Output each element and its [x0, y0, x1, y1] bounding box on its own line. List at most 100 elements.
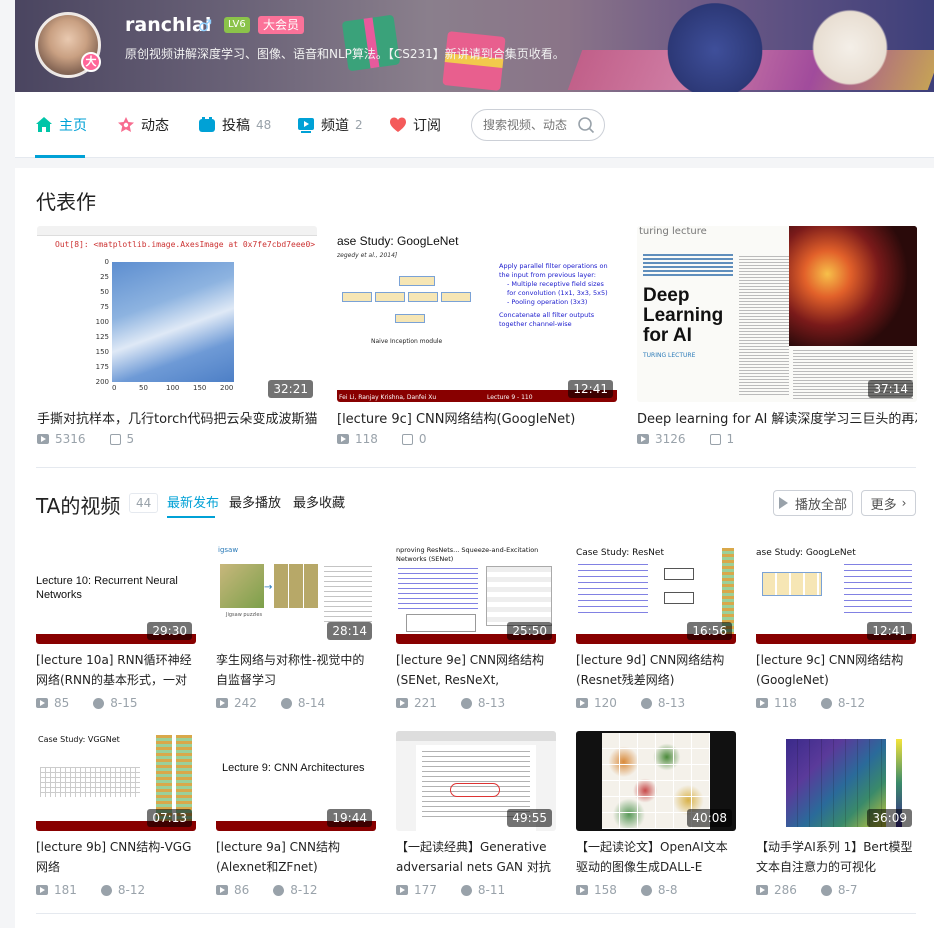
- video-title[interactable]: 孪生网络与对称性-视觉中的自监督学习: [216, 650, 376, 690]
- vip-badge[interactable]: 大会员: [258, 16, 305, 34]
- upload-icon: [198, 116, 216, 134]
- video-title[interactable]: [lecture 9c] CNN网络结构(GoogleNet): [756, 650, 916, 690]
- y-tick-label: 50: [100, 288, 109, 296]
- y-tick-label: 100: [95, 318, 109, 326]
- featured-video-card[interactable]: ase Study: GoogLeNet zegedy et al., 2014…: [337, 226, 617, 446]
- video-thumbnail[interactable]: Lecture 10: Recurrent Neural Networks 29…: [36, 544, 196, 644]
- play-count: 3126: [655, 432, 686, 446]
- banner-gift-decoration: [341, 14, 401, 72]
- play-all-button[interactable]: 播放全部: [773, 490, 853, 516]
- tab-uploads[interactable]: 投稿 48: [198, 92, 271, 158]
- video-title[interactable]: 【一起读论文】OpenAI文本驱动的图像生成DALL-E: [576, 837, 736, 877]
- section-divider: [36, 913, 916, 914]
- video-card[interactable]: Lecture 10: Recurrent Neural Networks 29…: [36, 544, 196, 710]
- video-meta: 85 8-15: [36, 696, 196, 710]
- video-title[interactable]: Deep learning for AI 解读深度学习三巨头的再次合作: [637, 408, 917, 428]
- y-tick-label: 125: [95, 333, 109, 341]
- video-card[interactable]: Case Study: ResNet 16:56 [lecture 9d] CN…: [576, 544, 736, 710]
- video-title[interactable]: [lecture 9a] CNN结构(Alexnet和ZFnet): [216, 837, 376, 877]
- featured-section-title: 代表作: [36, 190, 96, 214]
- clock-icon: [820, 697, 832, 709]
- video-title[interactable]: [lecture 10a] RNN循环神经网络(RNN的基本形式，一对: [36, 650, 196, 690]
- comment-count-icon: [109, 433, 121, 445]
- video-card[interactable]: 36:09 【动手学AI系列 1】Bert模型文本自注意力的可视化 286 8-…: [756, 731, 916, 897]
- video-card[interactable]: Case Study: VGGNet 07:13 [lecture 9b] CN…: [36, 731, 196, 897]
- video-card[interactable]: igsaw → Jigsaw puzzles 28:14 孪生网络与对称性-视觉…: [216, 544, 376, 710]
- video-duration: 07:13: [147, 809, 192, 827]
- video-title[interactable]: [lecture 9c] CNN网络结构(GoogleNet): [337, 408, 617, 428]
- y-tick-label: 25: [100, 273, 109, 281]
- video-thumbnail[interactable]: nproving ResNets... Squeeze-and-Excitati…: [396, 544, 556, 644]
- video-card[interactable]: 40:08 【一起读论文】OpenAI文本驱动的图像生成DALL-E 158 8…: [576, 731, 736, 897]
- video-meta: 118 0: [337, 432, 617, 446]
- video-title[interactable]: 【一起读经典】Generative adversarial nets GAN 对…: [396, 837, 556, 877]
- video-card[interactable]: Lecture 9: CNN Architectures 19:44 [lect…: [216, 731, 376, 897]
- video-thumbnail[interactable]: igsaw → Jigsaw puzzles 28:14: [216, 544, 376, 644]
- tab-subscriptions[interactable]: 订阅: [389, 92, 441, 158]
- ta-videos-title: TA的视频: [36, 494, 121, 518]
- neural-art-image: [789, 226, 917, 346]
- space-nav: 主页 动态 投稿 48 频道 2 订阅: [15, 92, 934, 158]
- banner-character-art: [655, 0, 775, 92]
- video-thumbnail[interactable]: Lecture 9: CNN Architectures 19:44: [216, 731, 376, 831]
- y-tick-label: 150: [95, 348, 109, 356]
- video-thumbnail[interactable]: Out[8]: <matplotlib.image.AxesImage at 0…: [37, 226, 317, 402]
- play-count: 86: [234, 883, 250, 897]
- video-thumbnail[interactable]: 40:08: [576, 731, 736, 831]
- play-count: 221: [414, 696, 437, 710]
- video-thumbnail[interactable]: 49:55: [396, 731, 556, 831]
- play-count: 120: [594, 696, 617, 710]
- clock-icon: [100, 884, 112, 896]
- ta-videos-count: 44: [129, 493, 159, 513]
- tab-latest[interactable]: 最新发布: [167, 492, 219, 511]
- y-tick-labels: 0 25 50 75 100 125 150 175 200: [85, 258, 109, 388]
- tab-dynamic[interactable]: 动态: [117, 92, 169, 158]
- x-tick-label: 50: [139, 384, 148, 392]
- tab-most-played[interactable]: 最多播放: [229, 492, 281, 511]
- comment-count-icon: [709, 433, 721, 445]
- publish-date: 8-13: [477, 696, 506, 710]
- featured-video-card[interactable]: Out[8]: <matplotlib.image.AxesImage at 0…: [37, 226, 317, 446]
- video-duration: 32:21: [268, 380, 313, 398]
- slide-bullets: Apply parallel filter operations on the …: [499, 262, 608, 328]
- clock-icon: [640, 884, 652, 896]
- video-title[interactable]: 手撕对抗样本，几行torch代码把云朵变成波斯猫(对: [37, 408, 317, 428]
- video-card[interactable]: 49:55 【一起读经典】Generative adversarial nets…: [396, 731, 556, 897]
- tab-channel[interactable]: 频道 2: [297, 92, 363, 158]
- play-count: 286: [774, 883, 797, 897]
- search-icon[interactable]: [577, 116, 595, 134]
- video-title[interactable]: 【动手学AI系列 1】Bert模型文本自注意力的可视化: [756, 837, 916, 877]
- video-card[interactable]: nproving ResNets... Squeeze-and-Excitati…: [396, 544, 556, 710]
- video-thumbnail[interactable]: ase Study: GoogLeNet 12:41: [756, 544, 916, 644]
- video-title[interactable]: [lecture 9d] CNN网络结构(Resnet残差网络): [576, 650, 736, 690]
- heart-icon: [389, 116, 407, 134]
- play-icon: [778, 497, 788, 509]
- comment-count: 0: [418, 432, 427, 446]
- section-divider: [36, 467, 916, 468]
- video-thumbnail[interactable]: turing lecture Deep Learning for AI TURI…: [637, 226, 917, 402]
- featured-video-card[interactable]: turing lecture Deep Learning for AI TURI…: [637, 226, 917, 446]
- clock-icon: [460, 884, 472, 896]
- video-thumbnail[interactable]: Case Study: VGGNet 07:13: [36, 731, 196, 831]
- more-button[interactable]: 更多 ›: [861, 490, 916, 516]
- publish-date: 8-12: [837, 696, 866, 710]
- cloud-image: [112, 262, 234, 382]
- video-duration: 25:50: [507, 622, 552, 640]
- play-count-icon: [396, 698, 408, 708]
- video-thumbnail[interactable]: Case Study: ResNet 16:56: [576, 544, 736, 644]
- tab-most-favorited[interactable]: 最多收藏: [293, 492, 345, 511]
- video-thumbnail[interactable]: 36:09: [756, 731, 916, 831]
- x-tick-label: 100: [166, 384, 180, 392]
- play-count: 158: [594, 883, 617, 897]
- video-thumbnail[interactable]: ase Study: GoogLeNet zegedy et al., 2014…: [337, 226, 617, 402]
- publish-date: 8-8: [657, 883, 678, 897]
- video-title[interactable]: [lecture 9e] CNN网络结构(SENet, ResNeXt, Den…: [396, 650, 556, 690]
- y-tick-label: 0: [104, 258, 109, 266]
- play-count: 181: [54, 883, 77, 897]
- tab-home[interactable]: 主页: [35, 92, 87, 158]
- video-card[interactable]: ase Study: GoogLeNet 12:41 [lecture 9c] …: [756, 544, 916, 710]
- video-title[interactable]: [lecture 9b] CNN结构-VGG网络: [36, 837, 196, 877]
- x-tick-label: 0: [112, 384, 117, 392]
- comment-count: 5: [126, 432, 135, 446]
- video-meta: 286 8-7: [756, 883, 916, 897]
